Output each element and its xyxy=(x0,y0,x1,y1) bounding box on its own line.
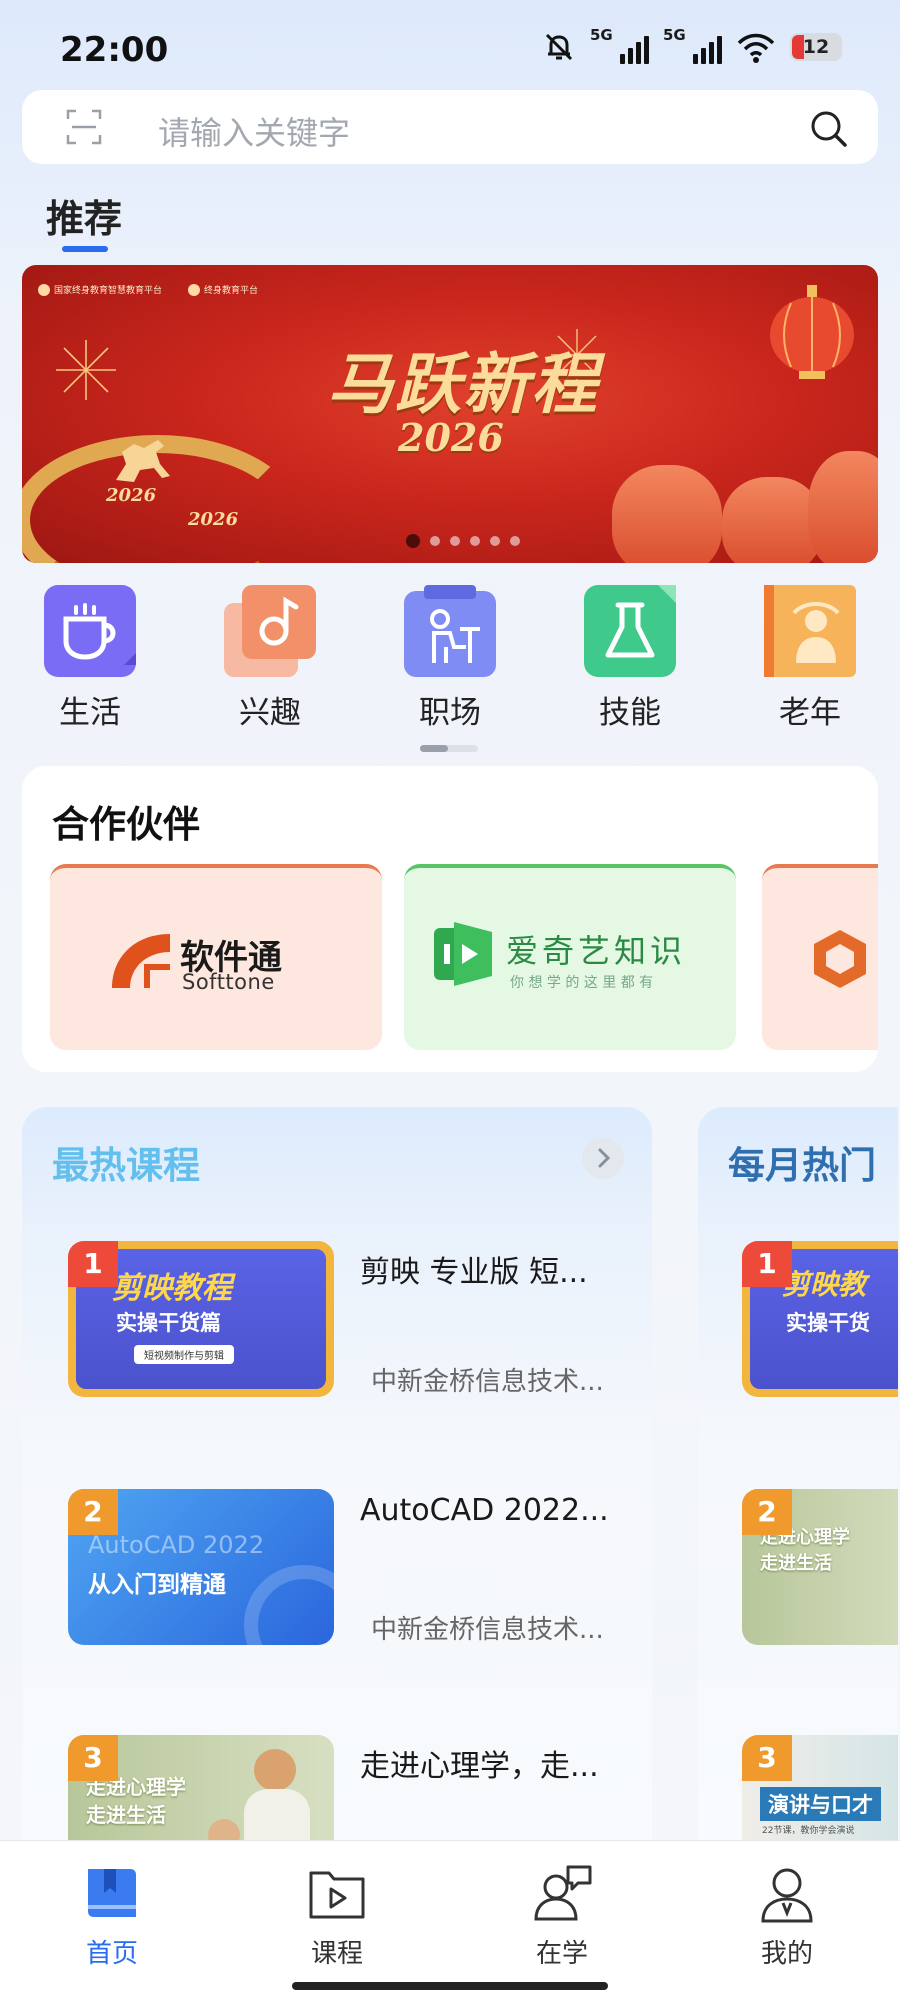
course-org: 中新金桥信息技术... xyxy=(371,1367,604,1397)
tab-learning[interactable]: 在学 xyxy=(502,1863,622,1970)
iqiyi-logo-icon xyxy=(434,922,492,986)
course-title[interactable]: 剪映 专业版 短... xyxy=(360,1247,588,1291)
rank-badge: 2 xyxy=(68,1489,118,1535)
profile-icon xyxy=(761,1868,813,1923)
banner-headline: 马跃新程 xyxy=(327,345,599,423)
partner-card-3[interactable] xyxy=(762,864,878,1050)
search-input[interactable]: 请输入关键字 xyxy=(158,108,350,154)
tab-indicator xyxy=(62,246,108,252)
horse-icon xyxy=(116,440,170,482)
wifi-icon xyxy=(737,33,775,63)
learner-chat-icon xyxy=(534,1865,592,1921)
rank-badge: 3 xyxy=(742,1735,792,1781)
partners-title: 合作伙伴 xyxy=(52,803,200,846)
decor-jar xyxy=(612,465,722,563)
lantern-icon xyxy=(770,285,854,379)
partner-card-iqiyi[interactable]: 爱奇艺知识 你 想 学 的 这 里 都 有 xyxy=(404,864,736,1050)
firework-icon xyxy=(56,340,116,400)
chevron-right-icon[interactable] xyxy=(582,1137,624,1179)
category-scroll-indicator xyxy=(420,745,478,752)
status-icons: 5G 5G 12 xyxy=(542,26,842,64)
partner-card-softtone[interactable]: 软件通 Softtone xyxy=(50,864,382,1050)
course-thumbnail[interactable]: 剪映教 实操干货 1 xyxy=(742,1241,898,1397)
pagination-dot[interactable] xyxy=(490,536,500,546)
category-skill[interactable]: 技能 xyxy=(570,585,690,732)
tab-mine[interactable]: 我的 xyxy=(727,1863,847,1970)
category-workplace[interactable]: 职场 xyxy=(390,585,510,732)
pagination-dot[interactable] xyxy=(470,536,480,546)
home-indicator xyxy=(292,1982,608,1990)
music-note-icon xyxy=(224,585,316,677)
tab-home[interactable]: 首页 xyxy=(52,1863,172,1970)
category-row: 生活 兴趣 职场 技能 老年 xyxy=(0,585,900,735)
status-bar: 22:00 5G 5G 12 xyxy=(0,0,900,90)
monthly-courses-panel: 每月热门 剪映教 实操干货 1 走进心理学 走进生活 2 演讲与口才 22节课，… xyxy=(698,1107,898,1867)
rank-badge: 3 xyxy=(68,1735,118,1781)
category-interest[interactable]: 兴趣 xyxy=(210,585,330,732)
rank-badge: 1 xyxy=(742,1241,792,1287)
cellular-signal-icon: 5G xyxy=(590,26,649,64)
banner-org-logo: 国家终身教育智慧教育平台 xyxy=(38,283,162,296)
bottom-tab-bar: 首页 课程 在学 我的 xyxy=(0,1840,900,2002)
rank-badge: 1 xyxy=(68,1241,118,1287)
battery-icon: 12 xyxy=(790,33,842,61)
flask-icon xyxy=(584,585,676,677)
tab-recommend[interactable]: 推荐 xyxy=(46,188,122,243)
office-worker-icon xyxy=(404,585,496,677)
pagination-dot[interactable] xyxy=(406,534,420,548)
course-org: 中新金桥信息技术... xyxy=(371,1615,604,1645)
partner-logo-icon xyxy=(814,930,866,988)
elder-icon xyxy=(764,585,856,677)
course-title[interactable]: 走进心理学，走... xyxy=(360,1741,599,1785)
course-title[interactable]: AutoCAD 2022... xyxy=(360,1493,609,1528)
status-time: 22:00 xyxy=(60,30,169,70)
book-home-icon xyxy=(88,1869,136,1917)
promo-banner[interactable]: 国家终身教育智慧教育平台 终身教育平台 2026 2026 马跃新程 2026 xyxy=(22,265,878,563)
category-life[interactable]: 生活 xyxy=(30,585,150,732)
softtone-logo-icon xyxy=(112,934,170,988)
coffee-cup-icon xyxy=(44,585,136,677)
course-thumbnail[interactable]: 剪映教程 实操干货篇 短视频制作与剪辑 1 xyxy=(68,1241,334,1397)
hot-courses-panel: 最热课程 剪映教程 实操干货篇 短视频制作与剪辑 1 剪映 专业版 短... 中… xyxy=(22,1107,652,1867)
mute-bell-icon xyxy=(545,33,573,61)
decor-jar-3 xyxy=(808,451,878,563)
video-folder-icon xyxy=(309,1871,365,1919)
tab-courses[interactable]: 课程 xyxy=(277,1863,397,1970)
course-thumbnail[interactable]: AutoCAD 2022 从入门到精通 2 xyxy=(68,1489,334,1645)
decor-jar-2 xyxy=(722,477,822,563)
monthly-courses-title: 每月热门 xyxy=(728,1144,876,1187)
banner-org-logo-2: 终身教育平台 xyxy=(188,283,258,296)
scan-icon[interactable] xyxy=(66,109,102,145)
cellular-signal-icon-2: 5G xyxy=(663,26,722,64)
pagination-dot[interactable] xyxy=(450,536,460,546)
rank-badge: 2 xyxy=(742,1489,792,1535)
pagination-dot[interactable] xyxy=(510,536,520,546)
pagination-dot[interactable] xyxy=(430,536,440,546)
banner-year: 2026 xyxy=(398,415,504,460)
banner-pagination xyxy=(406,534,520,548)
hot-courses-title: 最热课程 xyxy=(52,1144,200,1187)
search-icon[interactable] xyxy=(808,108,848,148)
partners-section: 合作伙伴 软件通 Softtone 爱奇艺知识 你 想 学 的 这 里 都 有 xyxy=(22,766,878,1072)
course-thumbnail[interactable]: 走进心理学 走进生活 2 xyxy=(742,1489,898,1645)
category-elder[interactable]: 老年 xyxy=(750,585,870,732)
search-bar[interactable]: 请输入关键字 xyxy=(22,90,878,164)
